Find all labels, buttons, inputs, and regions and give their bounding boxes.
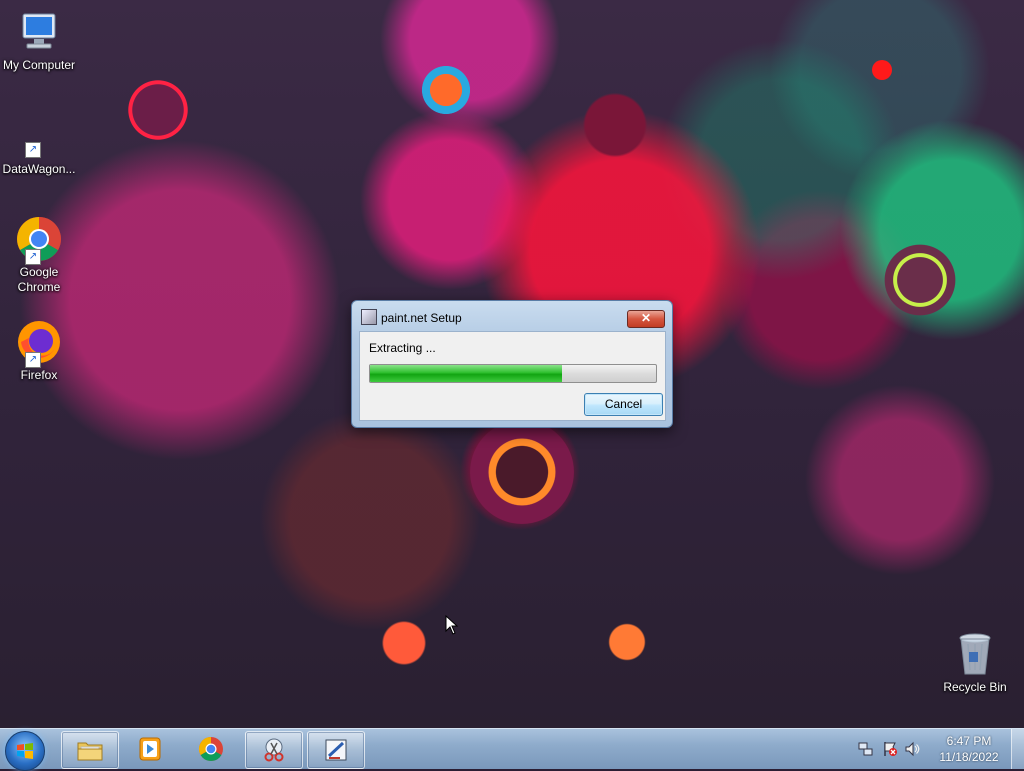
volume-icon[interactable] [904, 741, 920, 757]
shortcut-arrow-icon: ↗ [25, 142, 41, 158]
taskbar: 6:47 PM 11/18/2022 [0, 728, 1024, 771]
close-button[interactable]: ✕ [627, 310, 665, 328]
paint-net-icon [325, 739, 347, 761]
recycle-bin-icon [951, 630, 999, 678]
system-tray: 6:47 PM 11/18/2022 [854, 729, 1024, 769]
setup-dialog: paint.net Setup ✕ Extracting ... Cancel [351, 300, 673, 428]
clock[interactable]: 6:47 PM 11/18/2022 [934, 733, 1004, 765]
windows-start-icon [17, 743, 33, 759]
datawagon-icon: ↗ [15, 112, 63, 160]
folder-icon [77, 742, 103, 761]
wallpaper-orb [872, 60, 892, 80]
firefox-icon: ↗ [15, 318, 63, 368]
chrome-icon: ↗ [15, 215, 63, 265]
wallpaper-orb [580, 90, 650, 160]
desktop-icon-label: My Computer [2, 58, 76, 72]
start-button[interactable] [5, 731, 45, 771]
progress-bar [369, 364, 657, 383]
wallpaper-orb [880, 240, 960, 320]
wallpaper-orb [470, 420, 574, 524]
clock-time: 6:47 PM [946, 734, 992, 748]
cancel-button[interactable]: Cancel [584, 393, 663, 416]
desktop-icon-label: Firefox [20, 368, 58, 382]
desktop-icon-label: Recycle Bin [943, 680, 1007, 694]
taskbar-snipping-tool[interactable] [245, 731, 303, 769]
mouse-cursor-icon [445, 615, 459, 635]
shortcut-arrow-icon: ↗ [25, 249, 41, 265]
taskbar-chrome[interactable] [183, 731, 239, 767]
progress-bar-fill [370, 365, 562, 382]
taskbar-paint-net-setup[interactable] [307, 731, 365, 769]
computer-icon [15, 8, 63, 56]
taskbar-media-player[interactable] [122, 731, 178, 767]
desktop-icon-label: Google Chrome [17, 265, 61, 294]
dialog-title: paint.net Setup [381, 311, 462, 325]
wallpaper-orb [420, 60, 472, 120]
desktop-icon-datawagon[interactable]: ↗ DataWagon... [1, 112, 77, 177]
wallpaper-orb [605, 620, 649, 664]
dialog-titlebar[interactable]: paint.net Setup ✕ [352, 301, 672, 328]
wallpaper-orb [118, 70, 198, 150]
paint-net-icon [361, 309, 377, 325]
wallpaper-orb [380, 615, 428, 671]
desktop-icon-google-chrome[interactable]: ↗ Google Chrome [1, 215, 77, 295]
desktop-icon-firefox[interactable]: ↗ Firefox [1, 318, 77, 383]
shortcut-arrow-icon: ↗ [25, 352, 41, 368]
media-player-icon [139, 737, 161, 761]
desktop-icon-recycle-bin[interactable]: Recycle Bin [937, 630, 1013, 695]
desktop-icon-my-computer[interactable]: My Computer [1, 8, 77, 73]
dialog-body: Extracting ... Cancel [359, 331, 666, 421]
desktop-icon-label: DataWagon... [2, 162, 76, 176]
show-desktop-button[interactable] [1011, 729, 1024, 769]
action-center-flag-icon[interactable] [882, 741, 898, 757]
clock-date: 11/18/2022 [939, 750, 999, 764]
chrome-icon [198, 737, 223, 762]
status-text: Extracting ... [369, 341, 436, 355]
scissors-icon [264, 738, 284, 762]
taskbar-file-explorer[interactable] [61, 731, 119, 769]
network-icon[interactable] [858, 741, 874, 757]
